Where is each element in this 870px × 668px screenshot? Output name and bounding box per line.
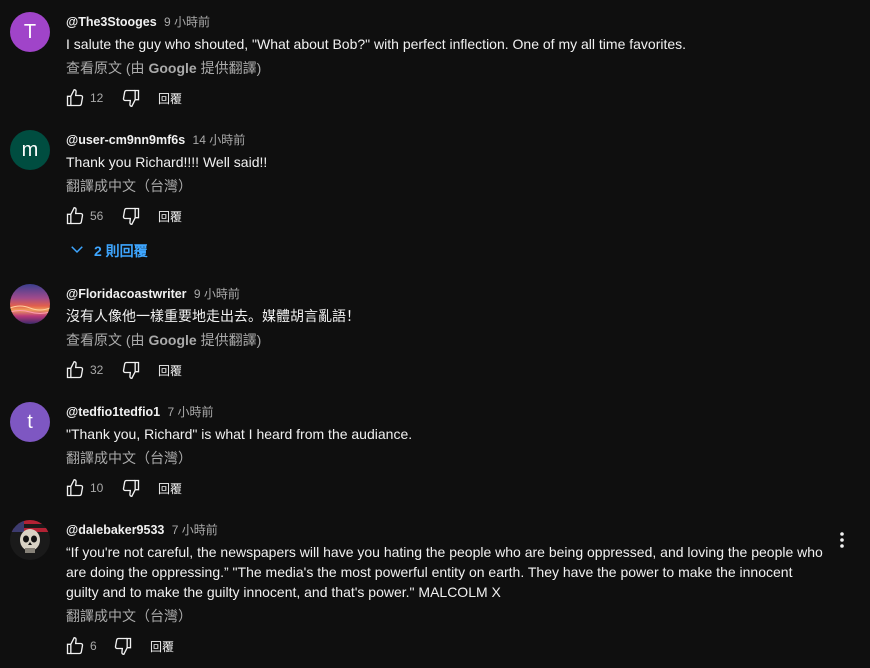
skull-flag-avatar-image	[10, 520, 50, 553]
reply-button[interactable]: 回覆	[158, 208, 182, 225]
like-count: 12	[90, 91, 104, 105]
replies-count-label: 2 則回覆	[94, 242, 148, 259]
thumb-down-icon[interactable]	[120, 477, 142, 499]
translate-button[interactable]: 翻譯成中文（台灣）	[66, 176, 192, 196]
thumb-down-icon[interactable]	[120, 359, 142, 381]
show-replies-button[interactable]: 2 則回覆	[68, 240, 148, 261]
comment-author[interactable]: @tedfio1tedfio1	[66, 405, 160, 419]
comment-header: @dalebaker9533 7 小時前	[66, 521, 218, 538]
like-count: 10	[90, 481, 104, 495]
thumb-up-icon[interactable]	[64, 359, 86, 381]
comment-actions: 12 回覆	[64, 86, 182, 110]
avatar[interactable]	[10, 520, 50, 560]
comment-actions: 10 回覆	[64, 476, 182, 500]
comment-text: I salute the guy who shouted, "What abou…	[66, 36, 687, 52]
comment-header: @The3Stooges 9 小時前	[66, 13, 210, 30]
comment-header: @tedfio1tedfio1 7 小時前	[66, 403, 214, 420]
translate-brand: Google	[148, 60, 197, 76]
avatar[interactable]	[10, 284, 50, 324]
comment-actions: 6 回覆	[64, 634, 174, 658]
translate-toggle[interactable]: 查看原文 (由 Google 提供翻譯)	[66, 330, 261, 350]
avatar-letter: t	[27, 410, 33, 433]
comment-author[interactable]: @Floridacoastwriter	[66, 287, 187, 301]
comment-author[interactable]: @The3Stooges	[66, 15, 157, 29]
thumb-down-icon[interactable]	[112, 635, 134, 657]
reply-button[interactable]: 回覆	[158, 480, 182, 497]
comment-header: @Floridacoastwriter 9 小時前	[66, 285, 240, 302]
translate-brand: Google	[148, 332, 197, 348]
comment-time[interactable]: 7 小時前	[172, 523, 218, 537]
comment-time[interactable]: 14 小時前	[193, 133, 246, 147]
avatar[interactable]: T	[10, 12, 50, 52]
comment-thread: @Floridacoastwriter 9 小時前 沒有人像他一樣重要地走出去。…	[0, 284, 870, 394]
comment-thread: @dalebaker9533 7 小時前 “If you're not care…	[0, 520, 870, 666]
reply-button[interactable]: 回覆	[150, 638, 174, 655]
comment-header: @user-cm9nn9mf6s 14 小時前	[66, 131, 245, 148]
thumb-down-icon[interactable]	[120, 87, 142, 109]
chevron-down-icon	[68, 240, 86, 261]
comment-time[interactable]: 7 小時前	[167, 405, 213, 419]
thumb-down-icon[interactable]	[120, 205, 142, 227]
sunset-avatar-image	[10, 305, 50, 314]
comment-text: "Thank you, Richard" is what I heard fro…	[66, 426, 413, 442]
more-vert-icon[interactable]	[830, 528, 854, 552]
avatar-letter: T	[23, 20, 37, 43]
translate-suffix: 提供翻譯)	[196, 332, 262, 348]
comment-time[interactable]: 9 小時前	[194, 287, 240, 301]
translate-prefix: 查看原文 (由	[66, 60, 149, 76]
comment-author[interactable]: @user-cm9nn9mf6s	[66, 133, 185, 147]
thumb-up-icon[interactable]	[64, 477, 86, 499]
comment-text: 沒有人像他一樣重要地走出去。媒體胡言亂語！	[66, 308, 360, 324]
translate-button[interactable]: 翻譯成中文（台灣）	[66, 448, 192, 468]
comment-text: “If you're not careful, the newspapers w…	[66, 544, 823, 600]
comment-thread: T @The3Stooges 9 小時前 I salute the guy wh…	[0, 12, 870, 122]
thumb-up-icon[interactable]	[64, 635, 86, 657]
reply-button[interactable]: 回覆	[158, 90, 182, 107]
like-count: 6	[90, 639, 97, 653]
thumb-up-icon[interactable]	[64, 205, 86, 227]
comment-text: Thank you Richard!!!! Well said!!	[66, 154, 268, 170]
comment-thread: t @tedfio1tedfio1 7 小時前 "Thank you, Rich…	[0, 402, 870, 512]
thumb-up-icon[interactable]	[64, 87, 86, 109]
comment-actions: 32 回覆	[64, 358, 182, 382]
avatar[interactable]: t	[10, 402, 50, 442]
translate-suffix: 提供翻譯)	[196, 60, 262, 76]
comment-time[interactable]: 9 小時前	[164, 15, 210, 29]
avatar[interactable]: m	[10, 130, 50, 170]
comment-actions: 56 回覆	[64, 204, 182, 228]
translate-toggle[interactable]: 查看原文 (由 Google 提供翻譯)	[66, 58, 261, 78]
translate-prefix: 查看原文 (由	[66, 332, 149, 348]
like-count: 32	[90, 363, 104, 377]
like-count: 56	[90, 209, 104, 223]
translate-button[interactable]: 翻譯成中文（台灣）	[66, 606, 192, 626]
reply-button[interactable]: 回覆	[158, 362, 182, 379]
comment-thread: m @user-cm9nn9mf6s 14 小時前 Thank you Rich…	[0, 130, 870, 265]
avatar-letter: m	[21, 138, 39, 161]
comment-author[interactable]: @dalebaker9533	[66, 523, 164, 537]
